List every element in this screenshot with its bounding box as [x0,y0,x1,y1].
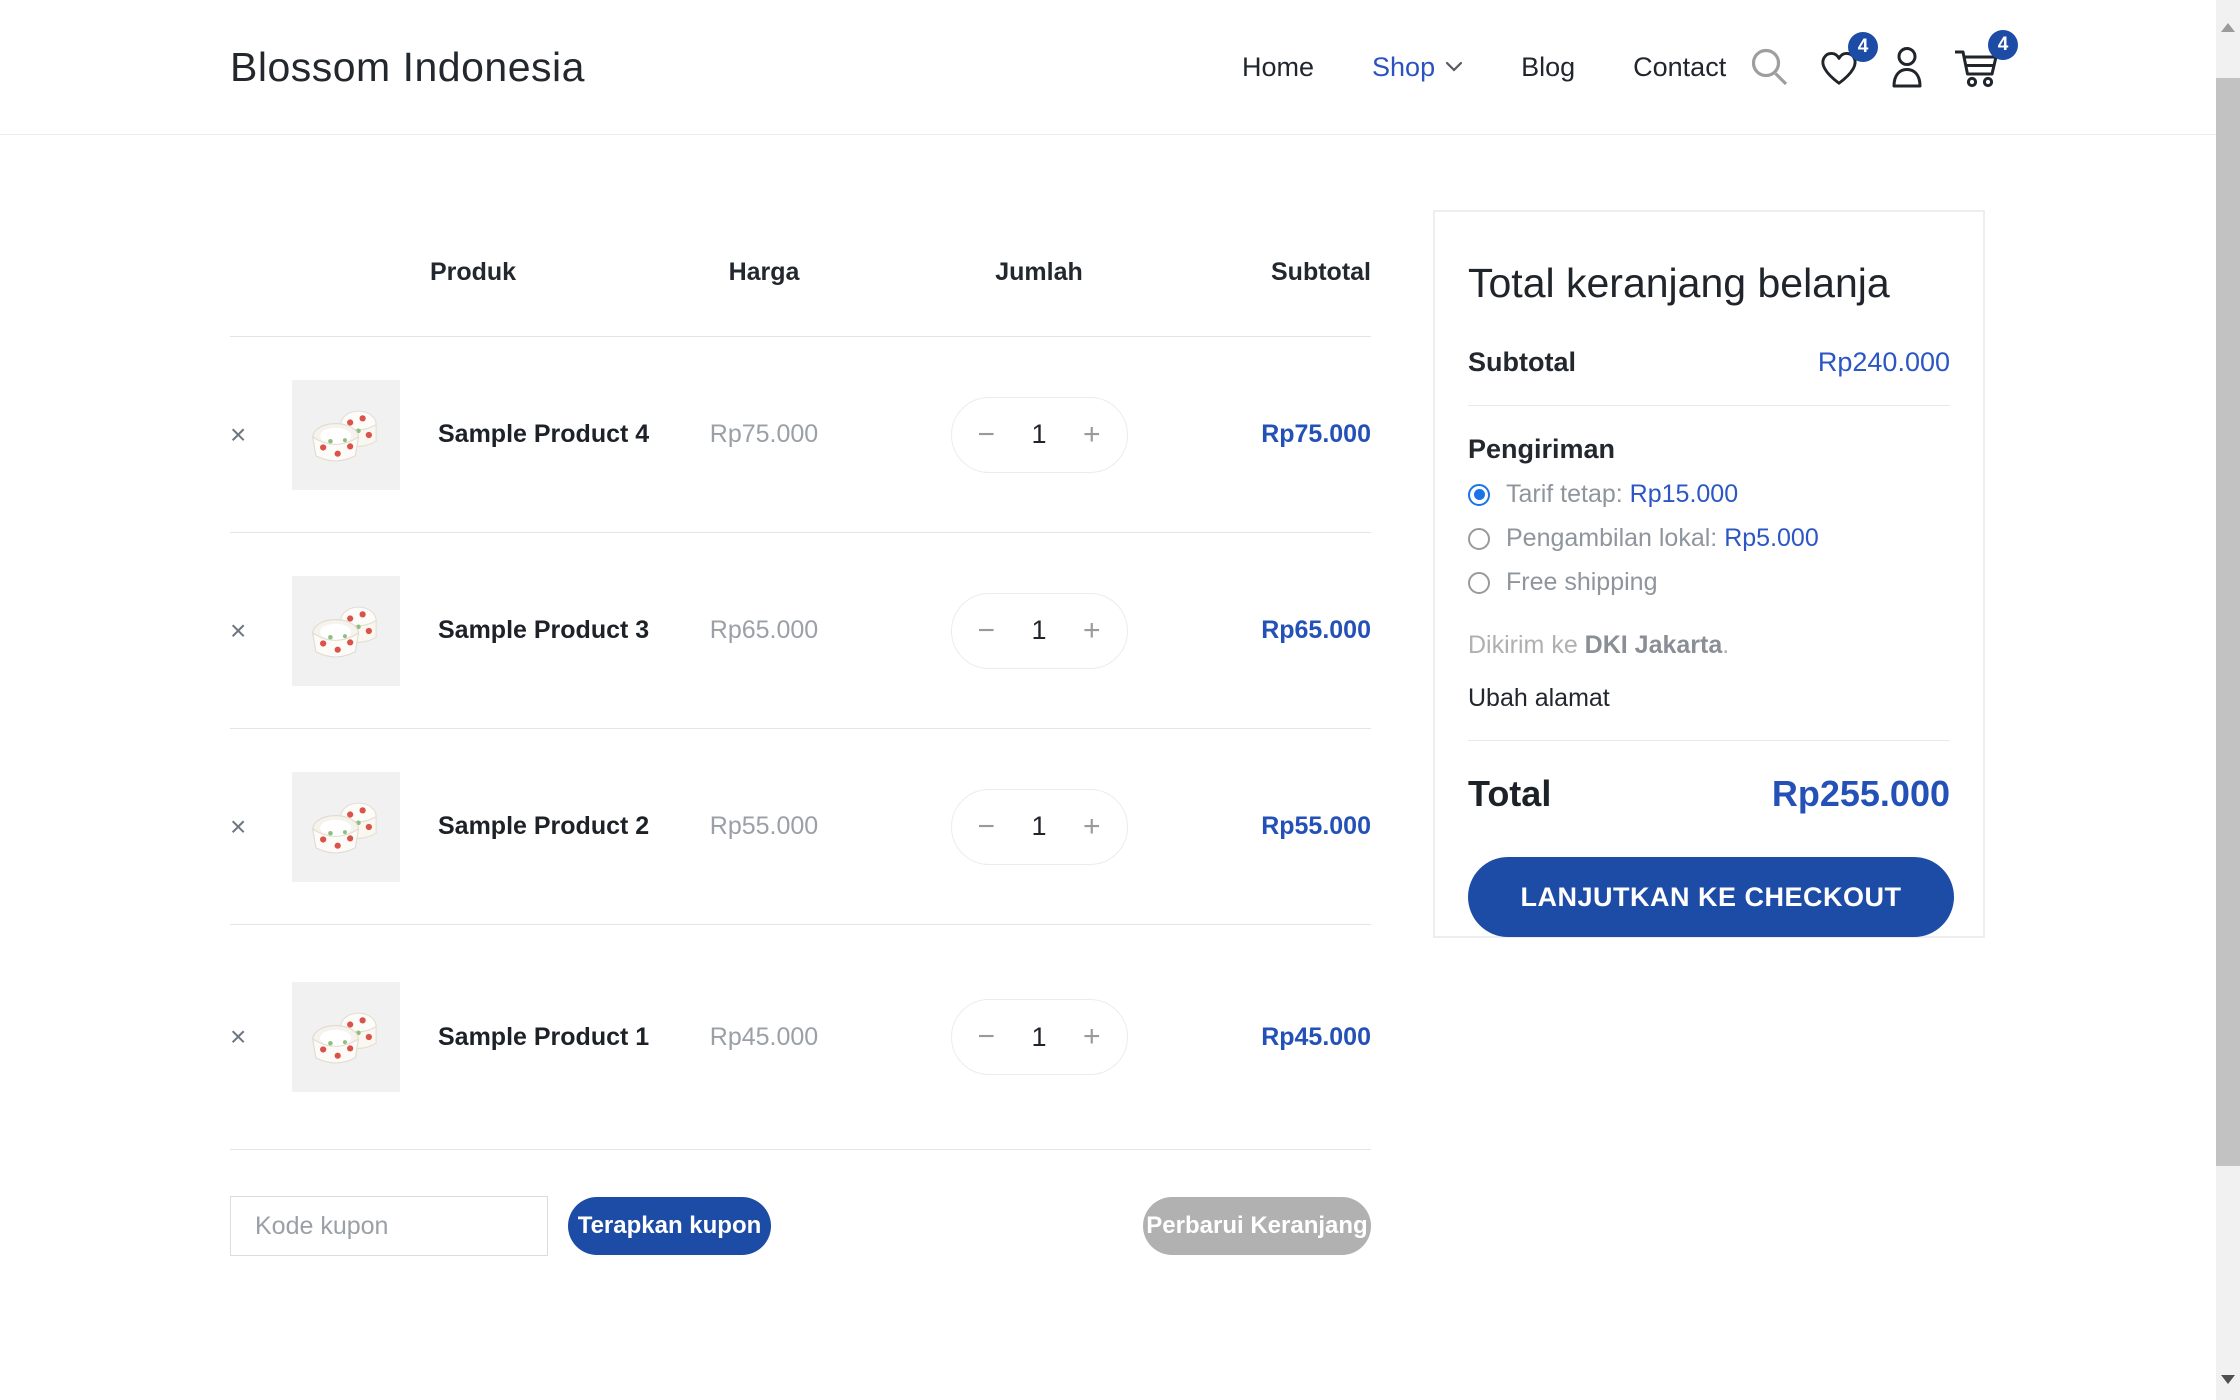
total-value: Rp255.000 [1772,773,1950,815]
nav-item-home[interactable]: Home [1242,52,1314,83]
column-header-harga: Harga [654,258,874,287]
coupon-row: Terapkan kupon Perbarui Keranjang [230,1196,1371,1256]
update-cart-button[interactable]: Perbarui Keranjang [1143,1197,1371,1255]
column-header-produk: Produk [292,258,654,287]
checkout-button[interactable]: LANJUTKAN KE CHECKOUT [1468,857,1954,937]
nav-item-shop[interactable]: Shop [1372,52,1463,83]
cart-row: × Sample Product 1 Rp45.000 − 1 + Rp45.0… [230,925,1371,1150]
product-price: Rp65.000 [654,616,874,645]
arrow-down-icon [2221,1375,2235,1384]
wishlist-icon[interactable]: 4 [1816,46,1862,88]
quantity-value[interactable]: 1 [1031,811,1046,842]
product-name[interactable]: Sample Product 2 [438,812,654,841]
cart-row: × Sample Product 2 Rp55.000 − 1 + Rp55.0… [230,729,1371,925]
product-image[interactable] [292,380,400,490]
vertical-scrollbar [2216,0,2240,1400]
quantity-value[interactable]: 1 [1031,615,1046,646]
shipping-option-label: Tarif tetap: [1506,480,1630,508]
cart-totals-title: Total keranjang belanja [1468,260,1950,307]
arrow-up-icon [2221,23,2235,32]
shipping-option-flat-rate[interactable]: Tarif tetap: Rp15.000 [1468,480,1950,509]
column-header-jumlah: Jumlah [874,258,1204,287]
shipping-option-label: Free shipping [1506,568,1657,596]
site-logo[interactable]: Blossom Indonesia [230,44,585,91]
quantity-stepper: − 1 + [951,999,1128,1075]
quantity-stepper: − 1 + [951,789,1128,865]
shipping-option-price: Rp5.000 [1724,524,1819,552]
quantity-decrease-button[interactable]: − [978,420,996,450]
total-row: Total Rp255.000 [1468,773,1950,815]
divider [1468,740,1950,741]
scrollbar-thumb[interactable] [2216,78,2240,1166]
cart-icon[interactable]: 4 [1952,44,2002,90]
product-price: Rp75.000 [654,420,874,449]
cart-totals-panel: Total keranjang belanja Subtotal Rp240.0… [1433,210,1985,938]
shipping-option-price: Rp15.000 [1630,480,1738,508]
remove-item-button[interactable]: × [230,617,264,645]
product-price: Rp55.000 [654,812,874,841]
radio-unselected-icon[interactable] [1468,572,1490,594]
apply-coupon-button[interactable]: Terapkan kupon [568,1197,771,1255]
product-name[interactable]: Sample Product 4 [438,420,654,449]
remove-item-button[interactable]: × [230,813,264,841]
quantity-decrease-button[interactable]: − [978,616,996,646]
radio-unselected-icon[interactable] [1468,528,1490,550]
radio-selected-icon[interactable] [1468,484,1490,506]
divider [1468,405,1950,406]
row-subtotal: Rp65.000 [1204,616,1371,645]
ship-to-destination: DKI Jakarta [1585,631,1723,659]
row-subtotal: Rp75.000 [1204,420,1371,449]
cart-row: × Sample Product 4 Rp75.000 − 1 + Rp75.0… [230,337,1371,533]
chevron-down-icon [1445,61,1463,73]
search-icon[interactable] [1748,45,1792,89]
account-icon[interactable] [1886,44,1928,90]
site-header: Blossom Indonesia Home Shop Blog Contact [0,0,2216,135]
scrollbar-up-arrow[interactable] [2216,14,2240,40]
quantity-increase-button[interactable]: + [1083,812,1101,842]
shipping-label: Pengiriman [1468,434,1950,465]
nav-item-blog[interactable]: Blog [1521,52,1575,83]
product-name[interactable]: Sample Product 1 [438,1023,654,1052]
nav-item-contact[interactable]: Contact [1633,52,1726,83]
product-image[interactable] [292,772,400,882]
quantity-value[interactable]: 1 [1031,1022,1046,1053]
shipping-option-local-pickup[interactable]: Pengambilan lokal: Rp5.000 [1468,524,1950,553]
change-address-link[interactable]: Ubah alamat [1468,684,1950,713]
remove-item-button[interactable]: × [230,1023,264,1051]
remove-item-button[interactable]: × [230,421,264,449]
coupon-code-input[interactable] [230,1196,548,1256]
quantity-increase-button[interactable]: + [1083,1022,1101,1052]
subtotal-label: Subtotal [1468,347,1576,378]
cart-table-header: Produk Harga Jumlah Subtotal [230,240,1371,337]
scrollbar-down-arrow[interactable] [2216,1366,2240,1392]
ship-to-text: Dikirim ke DKI Jakarta. [1468,631,1950,660]
product-image[interactable] [292,576,400,686]
product-price: Rp45.000 [654,1023,874,1052]
subtotal-row: Subtotal Rp240.000 [1468,347,1950,378]
quantity-increase-button[interactable]: + [1083,420,1101,450]
quantity-stepper: − 1 + [951,397,1128,473]
quantity-decrease-button[interactable]: − [978,812,996,842]
product-image[interactable] [292,982,400,1092]
product-name[interactable]: Sample Product 3 [438,616,654,645]
shipping-option-free-shipping[interactable]: Free shipping [1468,568,1950,597]
wishlist-count-badge: 4 [1848,32,1878,62]
header-icons: 4 4 [1748,0,2002,134]
cart-row: × Sample Product 3 Rp65.000 − 1 + Rp65.0… [230,533,1371,729]
main-nav: Home Shop Blog Contact [1242,0,1726,134]
quantity-decrease-button[interactable]: − [978,1022,996,1052]
quantity-increase-button[interactable]: + [1083,616,1101,646]
cart-table: Produk Harga Jumlah Subtotal × Sample Pr… [230,240,1371,1150]
row-subtotal: Rp55.000 [1204,812,1371,841]
subtotal-value: Rp240.000 [1818,347,1950,378]
shipping-option-label: Pengambilan lokal: [1506,524,1724,552]
quantity-stepper: − 1 + [951,593,1128,669]
column-header-subtotal: Subtotal [1204,258,1371,287]
total-label: Total [1468,773,1551,815]
quantity-value[interactable]: 1 [1031,419,1046,450]
cart-count-badge: 4 [1988,30,2018,60]
row-subtotal: Rp45.000 [1204,1023,1371,1052]
